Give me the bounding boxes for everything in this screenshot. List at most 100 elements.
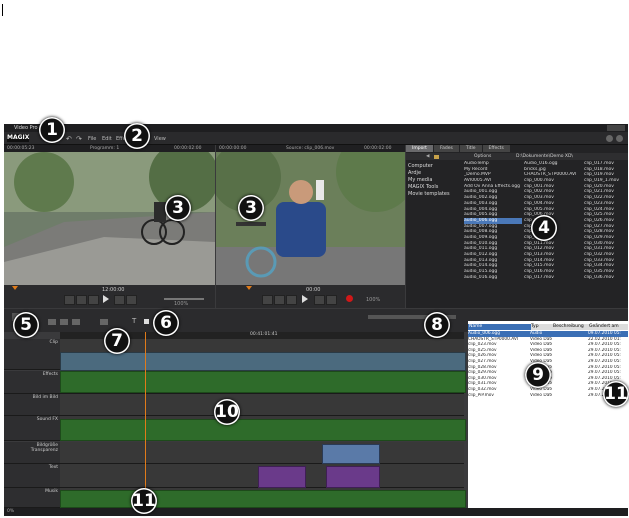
program-play-button[interactable] — [103, 295, 109, 303]
nav-computer[interactable]: Computer — [408, 163, 458, 170]
program-back-button[interactable] — [88, 295, 99, 305]
nav-my-media[interactable]: My media — [408, 177, 458, 184]
track-name: Clip — [49, 340, 59, 345]
select-tool-icon[interactable] — [48, 319, 56, 325]
program-zoom[interactable]: 100% — [174, 301, 188, 307]
media-file-item[interactable]: audio_016.ogg — [464, 275, 522, 281]
window-controls[interactable] — [607, 125, 625, 131]
title-clip-1[interactable] — [258, 466, 306, 488]
track-header[interactable]: Bild im Bild — [4, 394, 60, 416]
media-pool-nav: Computer Ardje My media MAGIX Tools Movi… — [408, 163, 458, 198]
program-forward-button[interactable] — [114, 295, 125, 305]
title-bar: Video Pro X — [4, 124, 628, 132]
tab-effects[interactable]: Effects — [482, 145, 510, 152]
text-tool-icon[interactable]: T — [132, 317, 136, 325]
source-timecode-left: 00:00:00:00 — [219, 146, 247, 151]
project-window: Name Typ Beschreibung Geändert am Audio_006… — [468, 309, 628, 508]
source-position-marker[interactable] — [246, 286, 252, 290]
source-rewind-button[interactable] — [274, 295, 285, 305]
tab-title[interactable]: Title — [459, 145, 482, 152]
program-position: 12:00:00 — [102, 287, 125, 293]
nav-magix-tools[interactable]: MAGIX Tools — [408, 184, 458, 191]
media-file-item[interactable]: clip_019_1.mov — [584, 178, 624, 184]
source-play-button[interactable] — [302, 295, 308, 303]
track-lane[interactable] — [60, 442, 464, 464]
media-file-item[interactable]: clip_036.mov — [584, 275, 624, 281]
callout-3-program: 3 — [165, 195, 191, 221]
stop-icon[interactable] — [144, 319, 149, 324]
program-label[interactable]: Programm: 1 — [90, 145, 119, 152]
nav-ardje[interactable]: Ardje — [408, 170, 458, 177]
pip-clip[interactable] — [322, 444, 380, 464]
callout-5: 5 — [13, 312, 39, 338]
track-name: Text — [48, 465, 58, 470]
record-button[interactable] — [346, 295, 353, 302]
col-type[interactable]: Typ — [531, 324, 553, 330]
title-clip-2[interactable] — [326, 466, 380, 488]
col-name[interactable]: Name — [468, 324, 531, 330]
callout-8: 8 — [424, 312, 450, 338]
music-clip[interactable] — [60, 490, 466, 508]
callout-6: 6 — [153, 310, 179, 336]
settings-icon[interactable] — [616, 135, 623, 142]
program-position-marker[interactable] — [12, 286, 18, 290]
track-header[interactable]: Sound FX — [4, 416, 60, 441]
group-tool-icon[interactable] — [72, 319, 80, 325]
redo-icon[interactable]: ↷ — [76, 135, 82, 143]
program-monitor-header: 00:00:05:23 Programm: 1 00:00:02:00 — [4, 145, 215, 152]
program-prev-button[interactable] — [64, 295, 75, 305]
menu-view[interactable]: View — [154, 136, 166, 142]
col-description[interactable]: Beschreibung — [553, 324, 589, 330]
track-name: Bild im Bild — [32, 395, 58, 400]
razor-icon[interactable] — [100, 319, 108, 325]
program-next-button[interactable] — [126, 295, 137, 305]
program-volume-slider[interactable] — [164, 298, 204, 300]
sound-fx-clip[interactable] — [60, 419, 466, 441]
text-cursor — [2, 4, 3, 16]
track-header[interactable]: Effects — [4, 371, 60, 394]
track-lane[interactable] — [60, 394, 464, 416]
track-header[interactable]: Musik — [4, 488, 60, 508]
menu-file[interactable]: File — [88, 136, 96, 142]
ruler-time: 00:41:01:41 — [250, 332, 278, 337]
back-icon[interactable]: ◀ — [426, 153, 429, 160]
help-icon[interactable] — [606, 135, 613, 142]
source-prev-button[interactable] — [262, 295, 273, 305]
effects-audio-clip[interactable] — [60, 371, 466, 393]
tab-fades[interactable]: Fades — [433, 145, 459, 152]
project-table-header: Name Typ Beschreibung Geändert am — [468, 324, 628, 330]
source-forward-button[interactable] — [314, 295, 325, 305]
folder-icon[interactable] — [434, 154, 439, 159]
playhead[interactable] — [145, 332, 146, 508]
source-next-button[interactable] — [326, 295, 337, 305]
status-text: 0% — [7, 509, 15, 514]
tab-import[interactable]: Import — [406, 145, 433, 152]
source-zoom[interactable]: 100% — [366, 297, 380, 303]
track-name: Sound FX — [36, 417, 58, 422]
program-timecode-right: 00:00:02:00 — [174, 146, 202, 151]
nav-movie-templates[interactable]: Movie templates — [408, 191, 458, 198]
source-monitor-header: 00:00:00:00 Source: clip_006.mov 00:00:0… — [216, 145, 405, 152]
app-window: Video Pro X MAGIX File Edit Effects View… — [4, 124, 628, 516]
source-position: 00:00 — [306, 287, 321, 293]
source-label[interactable]: Source: clip_006.mov — [286, 145, 334, 152]
callout-7: 7 — [104, 328, 130, 354]
video-clip-strip[interactable] — [60, 352, 466, 371]
options-button[interactable]: Options — [474, 153, 491, 160]
callout-9: 9 — [525, 362, 551, 388]
program-rewind-button[interactable] — [76, 295, 87, 305]
menu-edit[interactable]: Edit — [102, 136, 112, 142]
split-tool-icon[interactable] — [60, 319, 68, 325]
source-back-button[interactable] — [286, 295, 297, 305]
col-modified[interactable]: Geändert am — [589, 324, 627, 330]
undo-icon[interactable]: ↶ — [66, 135, 72, 143]
track-header[interactable]: Text — [4, 464, 60, 488]
source-timecode-right: 00:00:02:00 — [364, 146, 392, 151]
track-header[interactable]: Bildgröße Transparenz — [4, 442, 60, 464]
track-name: Musik — [45, 489, 58, 494]
callout-10: 10 — [214, 399, 240, 425]
media-pool-tabs: Import Fades Title Effects — [406, 145, 511, 152]
media-file-item[interactable]: clip_017.mov — [524, 275, 582, 281]
track-header[interactable]: Clip — [4, 339, 60, 370]
path-field[interactable]: D:\Dokumente\Demo XD\ — [516, 153, 573, 160]
